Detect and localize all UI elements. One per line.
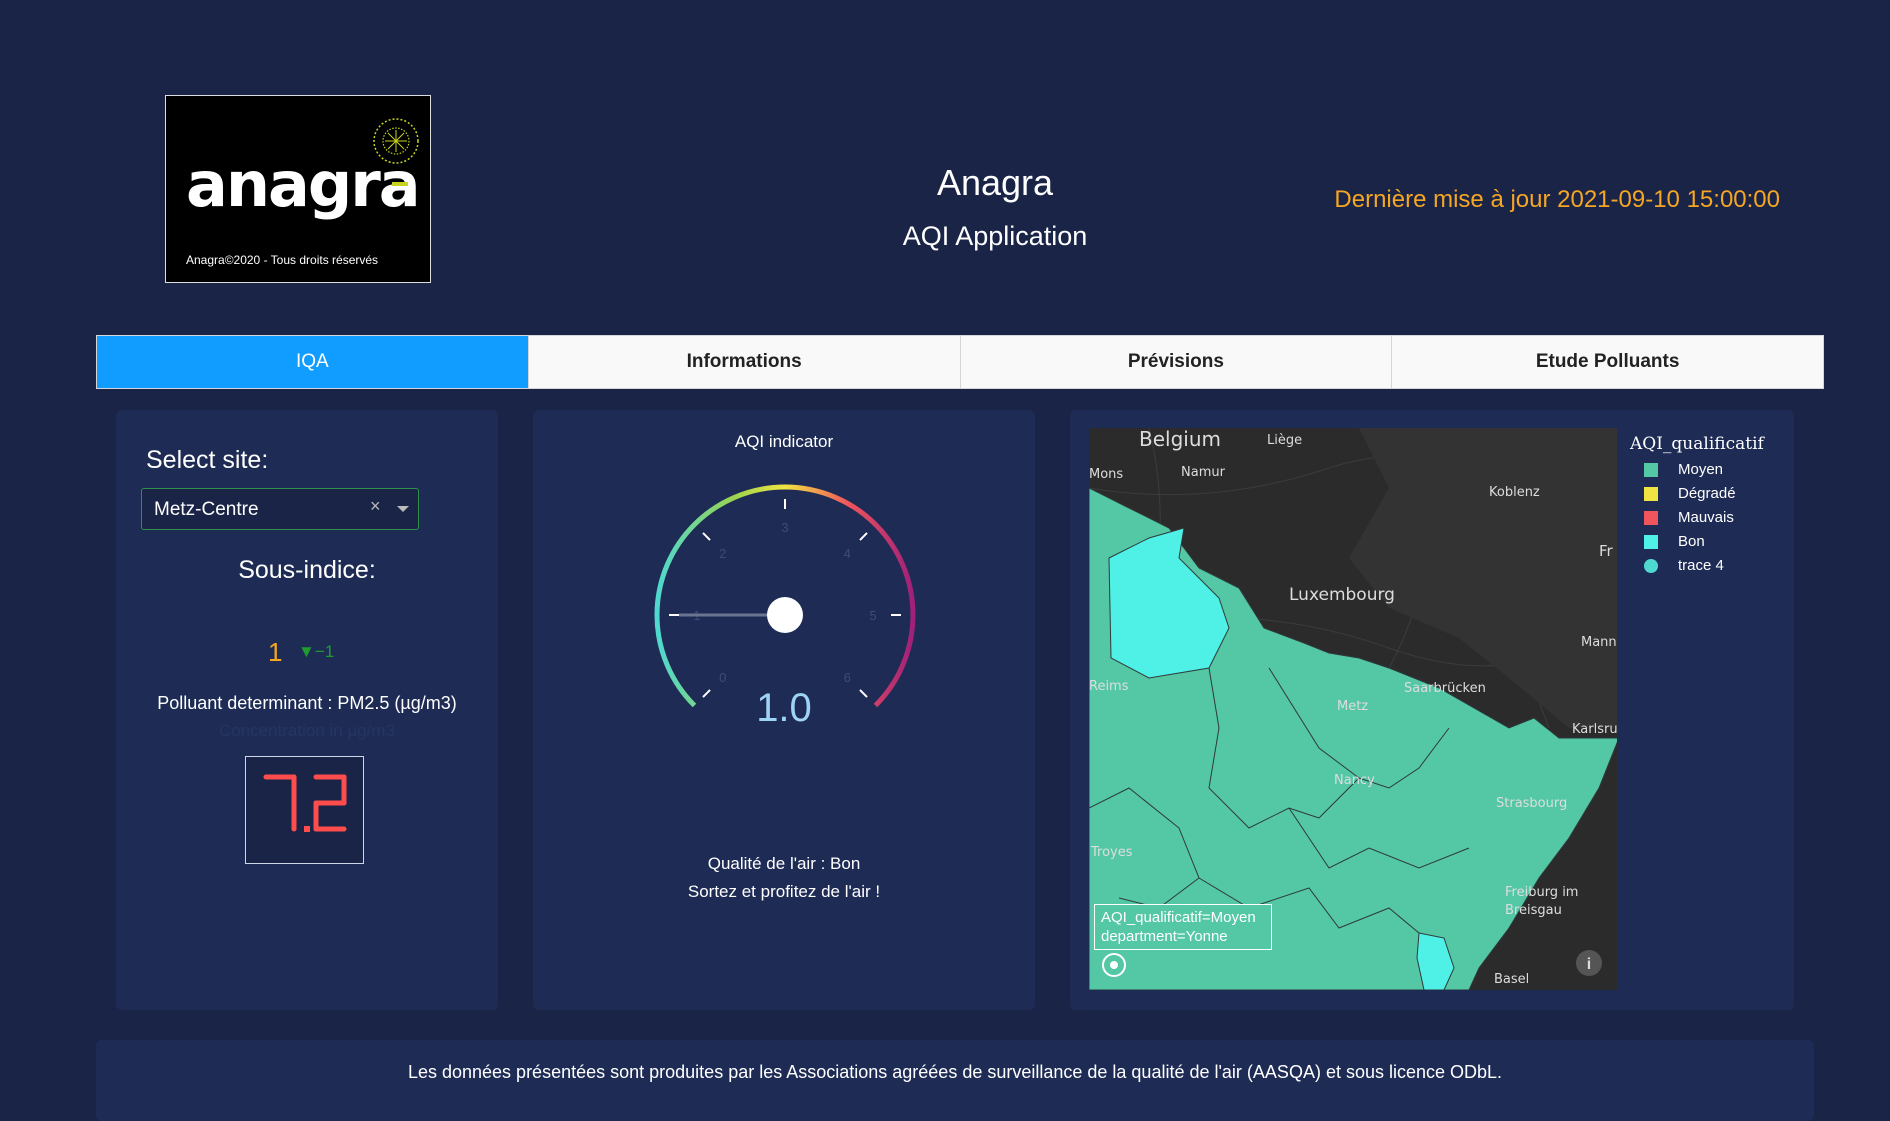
- concentration-label: Concentration in µg/m3: [218, 721, 396, 740]
- gauge-tick: [702, 532, 711, 541]
- map-place-label: Strasbourg: [1496, 796, 1567, 811]
- footer-text: Les données présentées sont produites pa…: [407, 1062, 1503, 1082]
- gauge-tick-label: 3: [781, 520, 788, 535]
- legend-swatch-icon: [1644, 486, 1658, 501]
- legend-label: trace 4: [1678, 557, 1724, 574]
- tab-iqa[interactable]: IQA: [97, 336, 528, 388]
- last-update-text: Dernière mise à jour 2021-09-10 15:00:00: [1334, 186, 1780, 213]
- tab-previsions[interactable]: Prévisions: [959, 336, 1392, 388]
- info-icon[interactable]: i: [1576, 950, 1602, 976]
- legend-item[interactable]: Dégradé: [1644, 485, 1736, 502]
- legend-title: AQI_qualificatif: [1630, 434, 1764, 454]
- map-place-label: Freiburg im: [1505, 885, 1578, 900]
- chevron-down-icon[interactable]: [397, 506, 409, 512]
- gauge-tick-label: 5: [869, 608, 876, 623]
- gauge-value: 1.0: [756, 686, 812, 730]
- tooltip-line-department: department=Yonne: [1101, 928, 1228, 945]
- svg-text:i: i: [1587, 956, 1591, 973]
- advice-text: Sortez et profitez de l'air !: [687, 882, 881, 901]
- legend-swatch-icon: [1644, 510, 1658, 525]
- main-tabs: IQA Informations Prévisions Etude Pollua…: [96, 335, 1824, 389]
- map-place-label: Luxembourg: [1289, 585, 1395, 605]
- map-place-label: Basel: [1494, 972, 1529, 987]
- map-place-label: Saarbrücken: [1404, 681, 1486, 696]
- concentration-led-display: [245, 756, 364, 864]
- map-place-label: Nancy: [1334, 773, 1375, 788]
- logo-copyright: Anagra©2020 - Tous droits réservés: [186, 253, 379, 267]
- tab-etude-polluants[interactable]: Etude Polluants: [1391, 336, 1823, 388]
- air-quality-text: Qualité de l'air : Bon: [707, 854, 861, 873]
- map-hover-tooltip: AQI_qualificatif=Moyen department=Yonne: [1094, 904, 1272, 950]
- map-place-label: Mannl: [1581, 635, 1617, 650]
- subindex-delta: ▼−1: [298, 642, 335, 661]
- legend-label: Dégradé: [1678, 485, 1736, 502]
- site-dropdown[interactable]: Metz-Centre ×: [141, 488, 419, 530]
- gauge-title: AQI indicator: [734, 432, 834, 451]
- led-decimal-point: [304, 826, 310, 832]
- gauge-tick: [859, 532, 868, 541]
- map-place-label: Liège: [1267, 433, 1302, 448]
- tooltip-line-qualificatif: AQI_qualificatif=Moyen: [1101, 909, 1256, 926]
- legend-label: Bon: [1678, 533, 1705, 550]
- map-place-label: Mons: [1089, 467, 1123, 482]
- map-place-label: Belgium: [1139, 428, 1221, 451]
- legend-item[interactable]: Bon: [1644, 533, 1705, 550]
- gauge-needle-hub: [767, 597, 803, 633]
- site-dropdown-value: Metz-Centre: [154, 499, 259, 520]
- map-place-label: Fr: [1599, 542, 1614, 560]
- map-place-label: Metz: [1337, 699, 1368, 714]
- map-place-label: Koblenz: [1489, 485, 1540, 500]
- map-place-label: Reims: [1089, 679, 1129, 694]
- map-place-label: Namur: [1181, 465, 1226, 480]
- mapbox-logo-icon: [1102, 953, 1126, 977]
- subindex-label: Sous-indice:: [238, 556, 376, 584]
- pollutant-label: Polluant determinant : PM2.5 (µg/m3): [157, 693, 457, 713]
- legend-item[interactable]: Mauvais: [1644, 509, 1734, 526]
- legend-label: Mauvais: [1678, 509, 1734, 526]
- legend-swatch-icon: [1644, 534, 1658, 549]
- select-site-label: Select site:: [146, 446, 269, 474]
- app-subtitle: AQI Application: [902, 221, 1088, 251]
- clear-icon[interactable]: ×: [370, 496, 381, 517]
- tab-informations[interactable]: Informations: [527, 336, 960, 388]
- gauge-tick-label: 2: [719, 546, 726, 561]
- legend-swatch-icon: [1644, 462, 1658, 477]
- legend-item[interactable]: Moyen: [1644, 461, 1723, 478]
- gauge-tick-label: 0: [719, 670, 726, 685]
- legend-item[interactable]: trace 4: [1644, 557, 1724, 574]
- map-place-label: Breisgau: [1505, 903, 1562, 918]
- legend-label: Moyen: [1678, 461, 1724, 478]
- gauge-tick-label: 6: [844, 670, 851, 685]
- subindex-value: 1: [268, 637, 283, 667]
- legend-swatch-icon: [1644, 558, 1658, 573]
- gauge-tick-label: 4: [844, 546, 851, 561]
- map-place-label: Troyes: [1090, 845, 1133, 860]
- concentration-led-digits: [263, 774, 347, 832]
- map-place-label: Karlsru: [1572, 722, 1617, 737]
